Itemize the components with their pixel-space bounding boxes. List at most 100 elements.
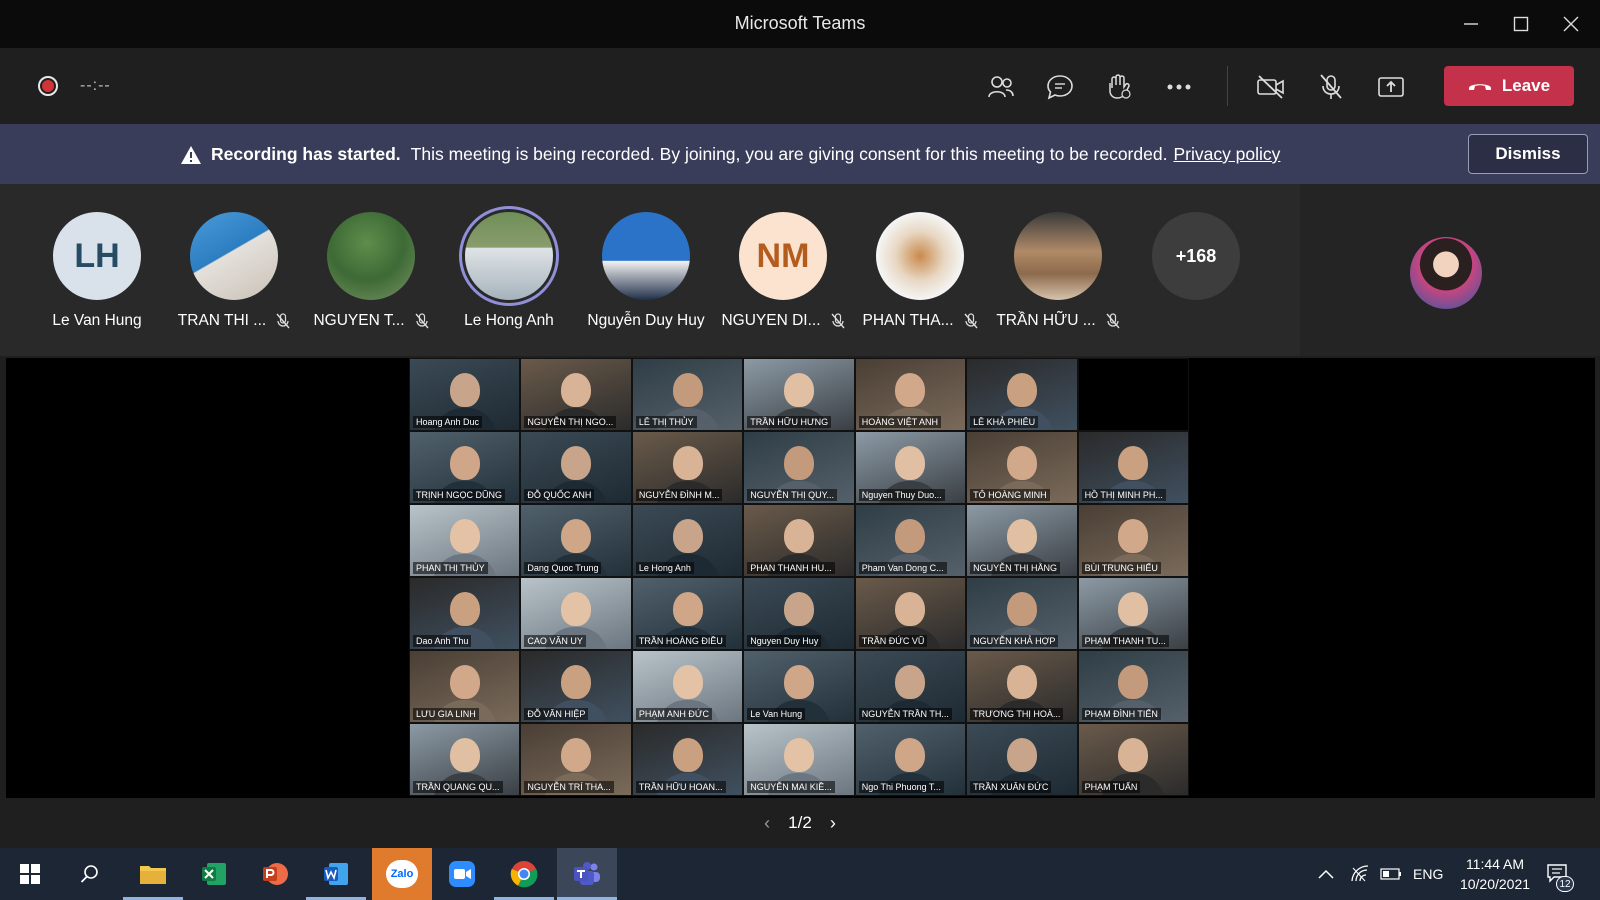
participant-tile[interactable]: NGUYEN T... (303, 212, 439, 330)
close-button[interactable] (1546, 0, 1596, 48)
video-tile[interactable]: NGUYỄN KHẢ HỢP (966, 577, 1078, 650)
taskbar-file-explorer[interactable] (123, 848, 183, 900)
participants-button[interactable] (981, 68, 1021, 106)
video-tile[interactable]: Le Hong Anh (631, 504, 744, 577)
video-tile[interactable]: LƯU GIA LINH (409, 650, 521, 723)
maximize-button[interactable] (1496, 0, 1546, 48)
taskbar-excel[interactable] (184, 848, 244, 900)
video-tile[interactable]: LÊ THỊ THỦY (631, 358, 744, 431)
video-tile[interactable]: TRỊNH NGỌC DŨNG (409, 431, 521, 504)
raise-hand-button[interactable] (1099, 68, 1139, 106)
video-tile[interactable]: ĐỖ VĂN HIỆP (520, 650, 632, 723)
video-tile-name: Nguyen Duy Huy (747, 635, 822, 647)
video-tile[interactable]: Dang Quoc Trung (520, 504, 632, 577)
video-tile[interactable]: Nguyen Duy Huy (743, 577, 855, 650)
excel-icon (202, 863, 226, 885)
video-tile[interactable]: NGUYỄN TRẦN TH... (854, 650, 967, 723)
video-tile-name: Dang Quoc Trung (524, 562, 602, 574)
video-tile-name: PHẠM ANH ĐỨC (635, 708, 713, 720)
video-tile[interactable]: TRƯƠNG THỊ HOÀ... (966, 650, 1078, 723)
video-tile[interactable]: TRẦN QUANG QU... (409, 723, 521, 796)
video-tile[interactable]: PHẠM ĐÌNH TIẾN (1077, 650, 1189, 723)
search-button[interactable] (60, 848, 120, 900)
video-tile[interactable]: BÙI TRUNG HIẾU (1077, 504, 1189, 577)
video-grid: Hoang Anh Duc NGUYỄN THỊ NGO... LÊ THỊ THỦ… (409, 358, 1189, 798)
taskbar-chrome[interactable] (494, 848, 554, 900)
video-tile[interactable]: NGUYỄN THỊ NGO... (520, 358, 632, 431)
video-tile-name: NGUYỄN THỊ NGO... (524, 416, 617, 428)
chat-button[interactable] (1040, 68, 1080, 106)
video-tile[interactable]: TRẦN HOÀNG ĐIỀU (631, 577, 744, 650)
share-screen-button[interactable] (1371, 68, 1411, 106)
video-tile[interactable]: PHAN THANH HU... (743, 504, 855, 577)
video-tile[interactable]: Hoang Anh Duc (409, 358, 521, 431)
video-tile[interactable]: NGUYỄN MAI KIỀ... (743, 723, 855, 796)
video-tile[interactable]: TRẦN ĐỨC VŨ (854, 577, 967, 650)
mic-toggle-button[interactable] (1311, 68, 1351, 106)
video-tile[interactable]: NGUYỄN ĐÌNH M... (631, 431, 744, 504)
previous-page-icon[interactable]: ‹ (764, 813, 770, 834)
taskbar-zoom[interactable] (432, 848, 492, 900)
participant-tile[interactable]: TRẦN HỮU ... (990, 212, 1126, 330)
taskbar-teams[interactable] (557, 848, 617, 900)
maximize-icon (1513, 16, 1529, 32)
leave-button[interactable]: Leave (1444, 66, 1574, 106)
video-tile-name: NGUYỄN TRÍ THA... (524, 781, 614, 793)
self-avatar[interactable] (1410, 237, 1482, 309)
participant-tile[interactable]: TRAN THI ... (166, 212, 302, 330)
participant-tile-speaking[interactable]: Le Hong Anh (441, 212, 577, 330)
input-language[interactable]: ENG (1413, 848, 1443, 900)
participant-face (449, 373, 480, 408)
video-tile[interactable]: Nguyen Thuy Duo... (854, 431, 967, 504)
video-tile[interactable]: TÔ HOÀNG MINH (966, 431, 1078, 504)
video-tile[interactable]: PHẠM ANH ĐỨC (631, 650, 744, 723)
video-tile[interactable]: CAO VĂN UY (520, 577, 632, 650)
more-participants-button[interactable]: +168 (1128, 212, 1264, 300)
video-tile[interactable]: Dao Anh Thu (409, 577, 521, 650)
taskbar-powerpoint[interactable] (245, 848, 305, 900)
dismiss-button[interactable]: Dismiss (1468, 134, 1588, 174)
video-tile[interactable]: NGUYỄN THỊ HẰNG (966, 504, 1078, 577)
camera-toggle-button[interactable] (1251, 68, 1291, 106)
video-tile[interactable]: PHẠM TUẤN (1077, 723, 1189, 796)
show-hidden-icons[interactable] (1318, 848, 1334, 900)
avatar (602, 212, 690, 300)
video-tile[interactable]: PHẠM THANH TU... (1077, 577, 1189, 650)
participant-tile[interactable]: NM NGUYEN DI... (715, 212, 851, 330)
participant-tile[interactable]: LH Le Van Hung (29, 212, 165, 330)
video-tile[interactable]: Le Van Hung (743, 650, 855, 723)
privacy-policy-link[interactable]: Privacy policy (1173, 144, 1280, 165)
next-page-icon[interactable]: › (830, 813, 836, 834)
network-status[interactable] (1350, 848, 1370, 900)
people-icon (988, 76, 1014, 98)
video-tile[interactable]: TRẦN HỮU HƯNG (743, 358, 855, 431)
more-options-button[interactable] (1159, 68, 1199, 106)
start-button[interactable] (0, 848, 60, 900)
video-tile[interactable]: HỒ THỊ MINH PH... (1077, 431, 1189, 504)
participant-face (895, 665, 926, 700)
battery-status[interactable] (1380, 848, 1402, 900)
zoom-icon (449, 861, 475, 887)
video-tile[interactable]: LÊ KHẢ PHIÊU (966, 358, 1078, 431)
video-tile[interactable]: Pham Van Dong C... (854, 504, 967, 577)
participant-face (561, 373, 592, 408)
avatar: LH (53, 212, 141, 300)
minimize-button[interactable] (1446, 0, 1496, 48)
video-tile[interactable]: ĐỖ QUỐC ANH (520, 431, 632, 504)
video-tile[interactable]: TRẦN HỮU HOAN... (631, 723, 744, 796)
video-tile[interactable]: Ngo Thi Phuong T... (854, 723, 967, 796)
action-center-button[interactable]: 12 (1546, 848, 1574, 900)
video-tile[interactable]: PHAN THỊ THỦY (409, 504, 521, 577)
participant-tile[interactable]: PHAN THA... (852, 212, 988, 330)
video-tile[interactable]: HOÀNG VIỆT ANH (854, 358, 967, 431)
video-tile[interactable]: NGUYỄN THỊ QUY... (743, 431, 855, 504)
video-tile[interactable]: TRẦN XUÂN ĐỨC (966, 723, 1078, 796)
taskbar-clock[interactable]: 11:44 AM 10/20/2021 (1450, 854, 1540, 894)
video-tile-name: PHAN THANH HU... (747, 562, 835, 574)
taskbar-zalo[interactable]: Zalo (372, 848, 432, 900)
taskbar-word[interactable] (306, 848, 366, 900)
participant-tile[interactable]: Nguyễn Duy Huy (578, 212, 714, 330)
participant-name: TRAN THI ... (177, 312, 267, 329)
video-tile[interactable]: NGUYỄN TRÍ THA... (520, 723, 632, 796)
participant-name: PHAN THA... (862, 312, 954, 329)
